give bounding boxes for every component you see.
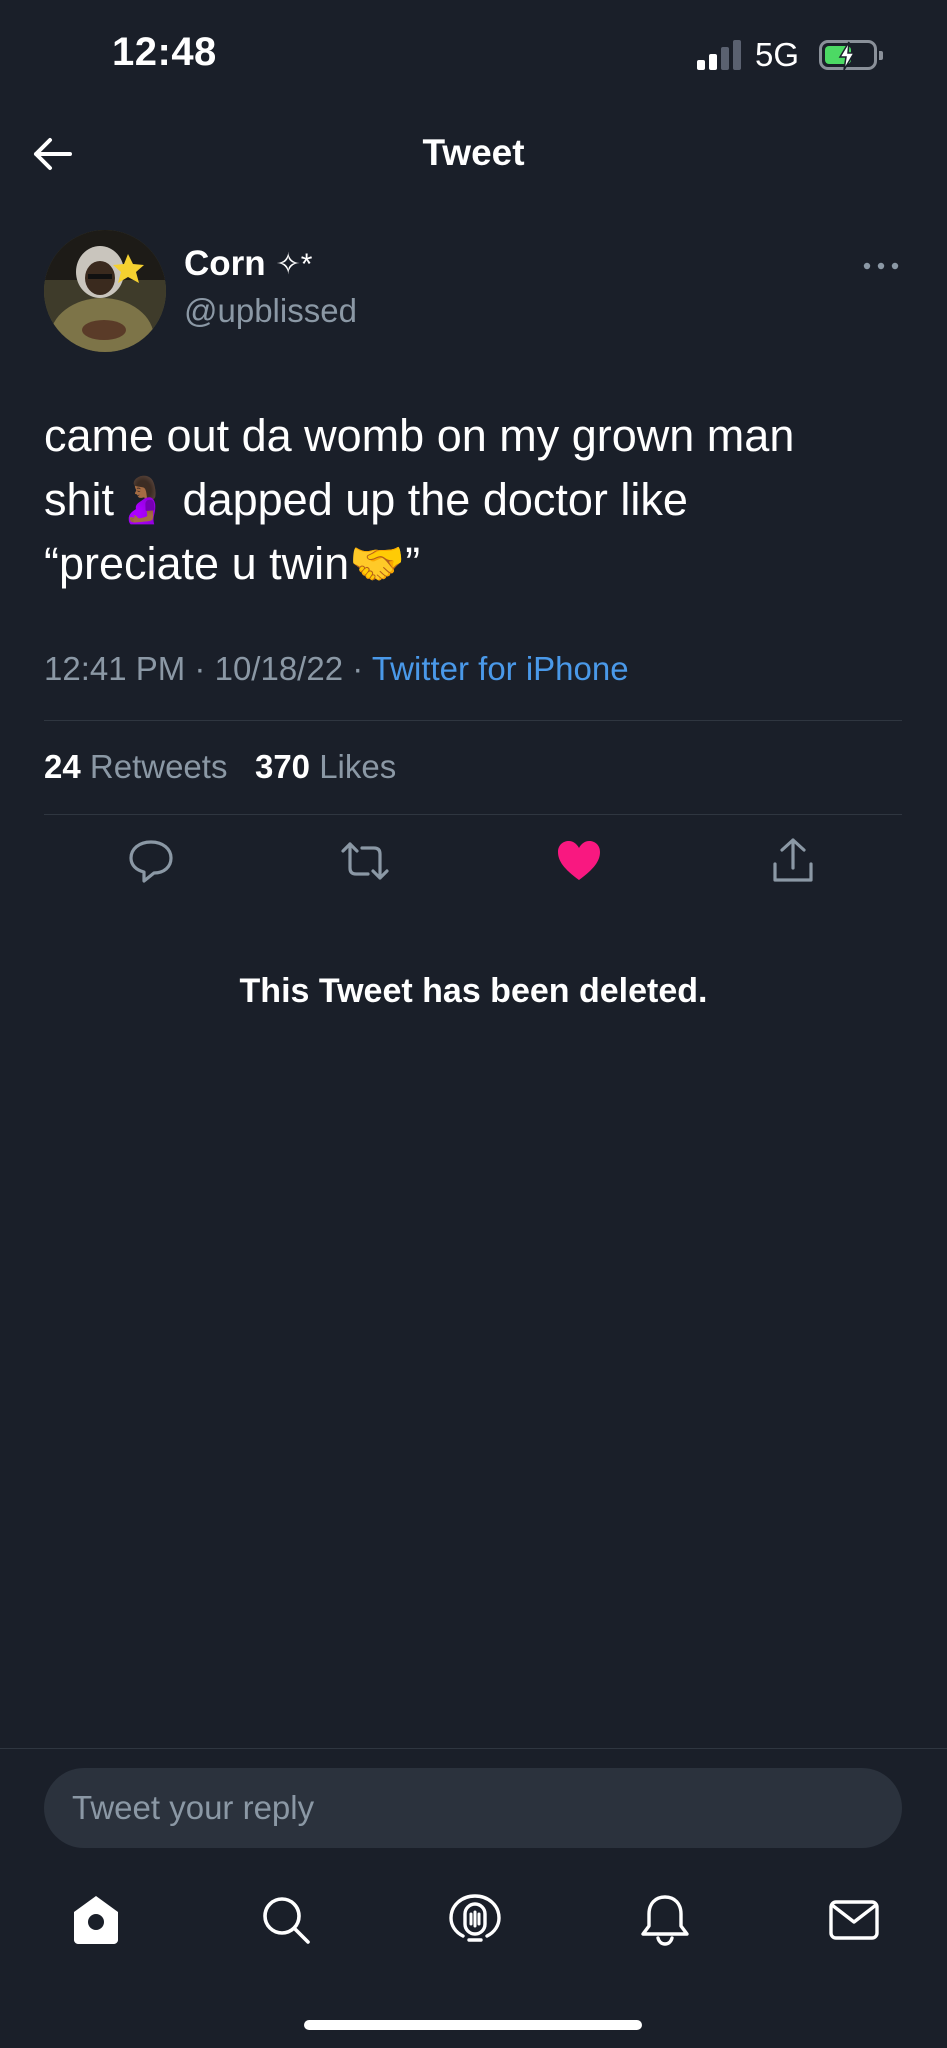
home-indicator[interactable] bbox=[304, 2020, 642, 2030]
like-icon[interactable] bbox=[554, 836, 604, 886]
tweet-text-line: came out da womb on my grown man bbox=[44, 410, 795, 461]
retweet-label: Retweets bbox=[89, 748, 228, 785]
retweets-stat[interactable]: 24 Retweets bbox=[44, 748, 227, 785]
tweet-text-line: shit🤰🏾 dapped up the doctor like bbox=[44, 474, 688, 525]
spaces-icon[interactable] bbox=[447, 1892, 503, 1948]
retweet-count: 24 bbox=[44, 748, 81, 785]
tweet-meta: 12:41 PM · 10/18/22 · Twitter for iPhone bbox=[44, 650, 629, 688]
retweet-icon[interactable] bbox=[340, 836, 390, 886]
tweet-detail-screen: 12:48 5G Tweet Corn ✧* @upblissed came o… bbox=[0, 0, 947, 2048]
status-time: 12:48 bbox=[112, 30, 217, 74]
like-label: Likes bbox=[319, 748, 397, 785]
deleted-tweet-notice: This Tweet has been deleted. bbox=[239, 972, 708, 1010]
notifications-icon[interactable] bbox=[637, 1892, 693, 1948]
tweet-stats: 24 Retweets 370 Likes bbox=[44, 748, 396, 786]
tweet-text-line: “preciate u twin🤝” bbox=[44, 538, 421, 589]
like-count: 370 bbox=[254, 748, 311, 785]
reply-box[interactable] bbox=[44, 1768, 902, 1848]
home-icon[interactable] bbox=[68, 1892, 124, 1948]
signal-icon bbox=[696, 40, 741, 70]
network-label: 5G bbox=[754, 36, 799, 73]
author-handle[interactable]: @upblissed bbox=[184, 292, 357, 330]
more-options-icon[interactable] bbox=[861, 256, 901, 276]
battery-icon bbox=[819, 40, 883, 71]
divider bbox=[44, 720, 902, 721]
author-name[interactable]: Corn ✧* bbox=[184, 244, 312, 284]
top-nav: Tweet bbox=[0, 118, 947, 188]
author-name-sparkle: ✧* bbox=[275, 247, 313, 281]
tweet-source-link[interactable]: Twitter for iPhone bbox=[372, 650, 629, 687]
search-icon[interactable] bbox=[258, 1892, 314, 1948]
share-icon[interactable] bbox=[768, 836, 818, 886]
tweet-text: came out da womb on my grown man shit🤰🏾 … bbox=[44, 404, 914, 596]
meta-separator: · bbox=[194, 650, 206, 687]
reply-input[interactable] bbox=[44, 1768, 902, 1848]
avatar[interactable] bbox=[44, 230, 166, 352]
tweet-time: 12:41 PM bbox=[44, 650, 186, 687]
likes-stat[interactable]: 370 Likes bbox=[255, 748, 396, 785]
status-indicators: 5G bbox=[696, 36, 883, 74]
reply-icon[interactable] bbox=[126, 836, 176, 886]
divider bbox=[44, 814, 902, 815]
author-name-text: Corn bbox=[184, 244, 266, 283]
messages-icon[interactable] bbox=[826, 1892, 882, 1948]
divider bbox=[0, 1748, 947, 1749]
page-title: Tweet bbox=[422, 132, 525, 173]
tweet-date: 10/18/22 bbox=[214, 650, 344, 687]
meta-separator: · bbox=[352, 650, 364, 687]
